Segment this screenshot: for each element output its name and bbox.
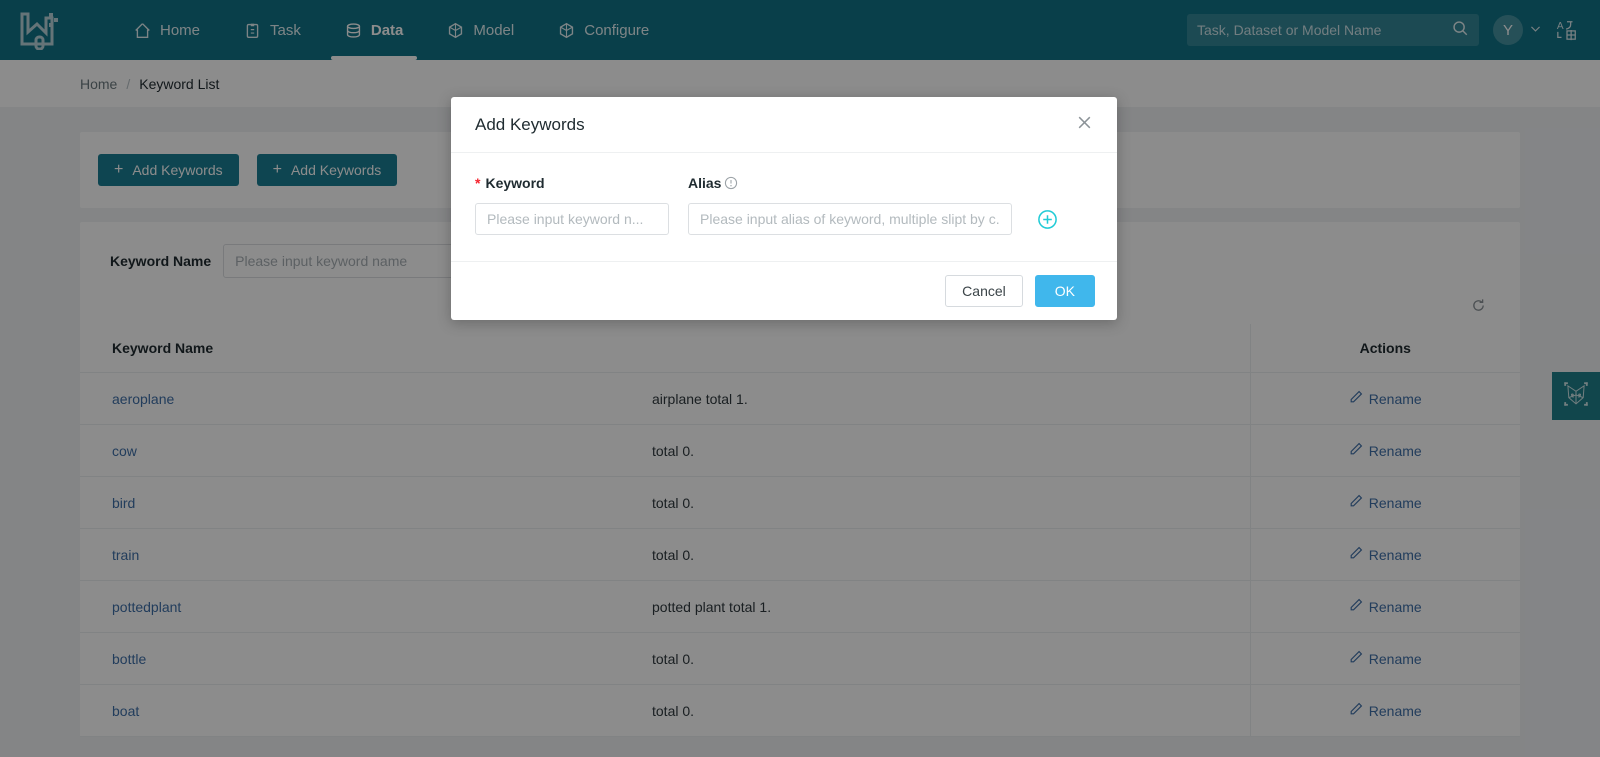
field-input-row: [475, 203, 1093, 235]
alias-input[interactable]: [688, 203, 1012, 235]
keyword-field-label: * Keyword: [475, 175, 688, 191]
dialog-body: * Keyword Alias: [451, 153, 1117, 261]
keyword-field-label-text: Keyword: [485, 175, 545, 191]
close-icon[interactable]: [1076, 114, 1093, 135]
keyword-input[interactable]: [475, 203, 669, 235]
alias-field-label-text: Alias: [688, 175, 722, 191]
add-keywords-dialog: Add Keywords * Keyword Alias Please inpu…: [451, 97, 1117, 320]
cancel-button[interactable]: Cancel: [945, 275, 1023, 307]
dialog-footer: Cancel OK: [451, 261, 1117, 320]
field-label-row: * Keyword Alias: [475, 175, 1093, 191]
plus-circle-icon[interactable]: [1037, 209, 1058, 230]
info-circle-icon[interactable]: [724, 176, 738, 190]
dialog-title: Add Keywords: [475, 114, 585, 134]
dialog-header: Add Keywords: [451, 97, 1117, 153]
alias-field-label: Alias: [688, 175, 738, 191]
ok-button[interactable]: OK: [1034, 275, 1095, 307]
required-asterisk: *: [475, 175, 481, 191]
